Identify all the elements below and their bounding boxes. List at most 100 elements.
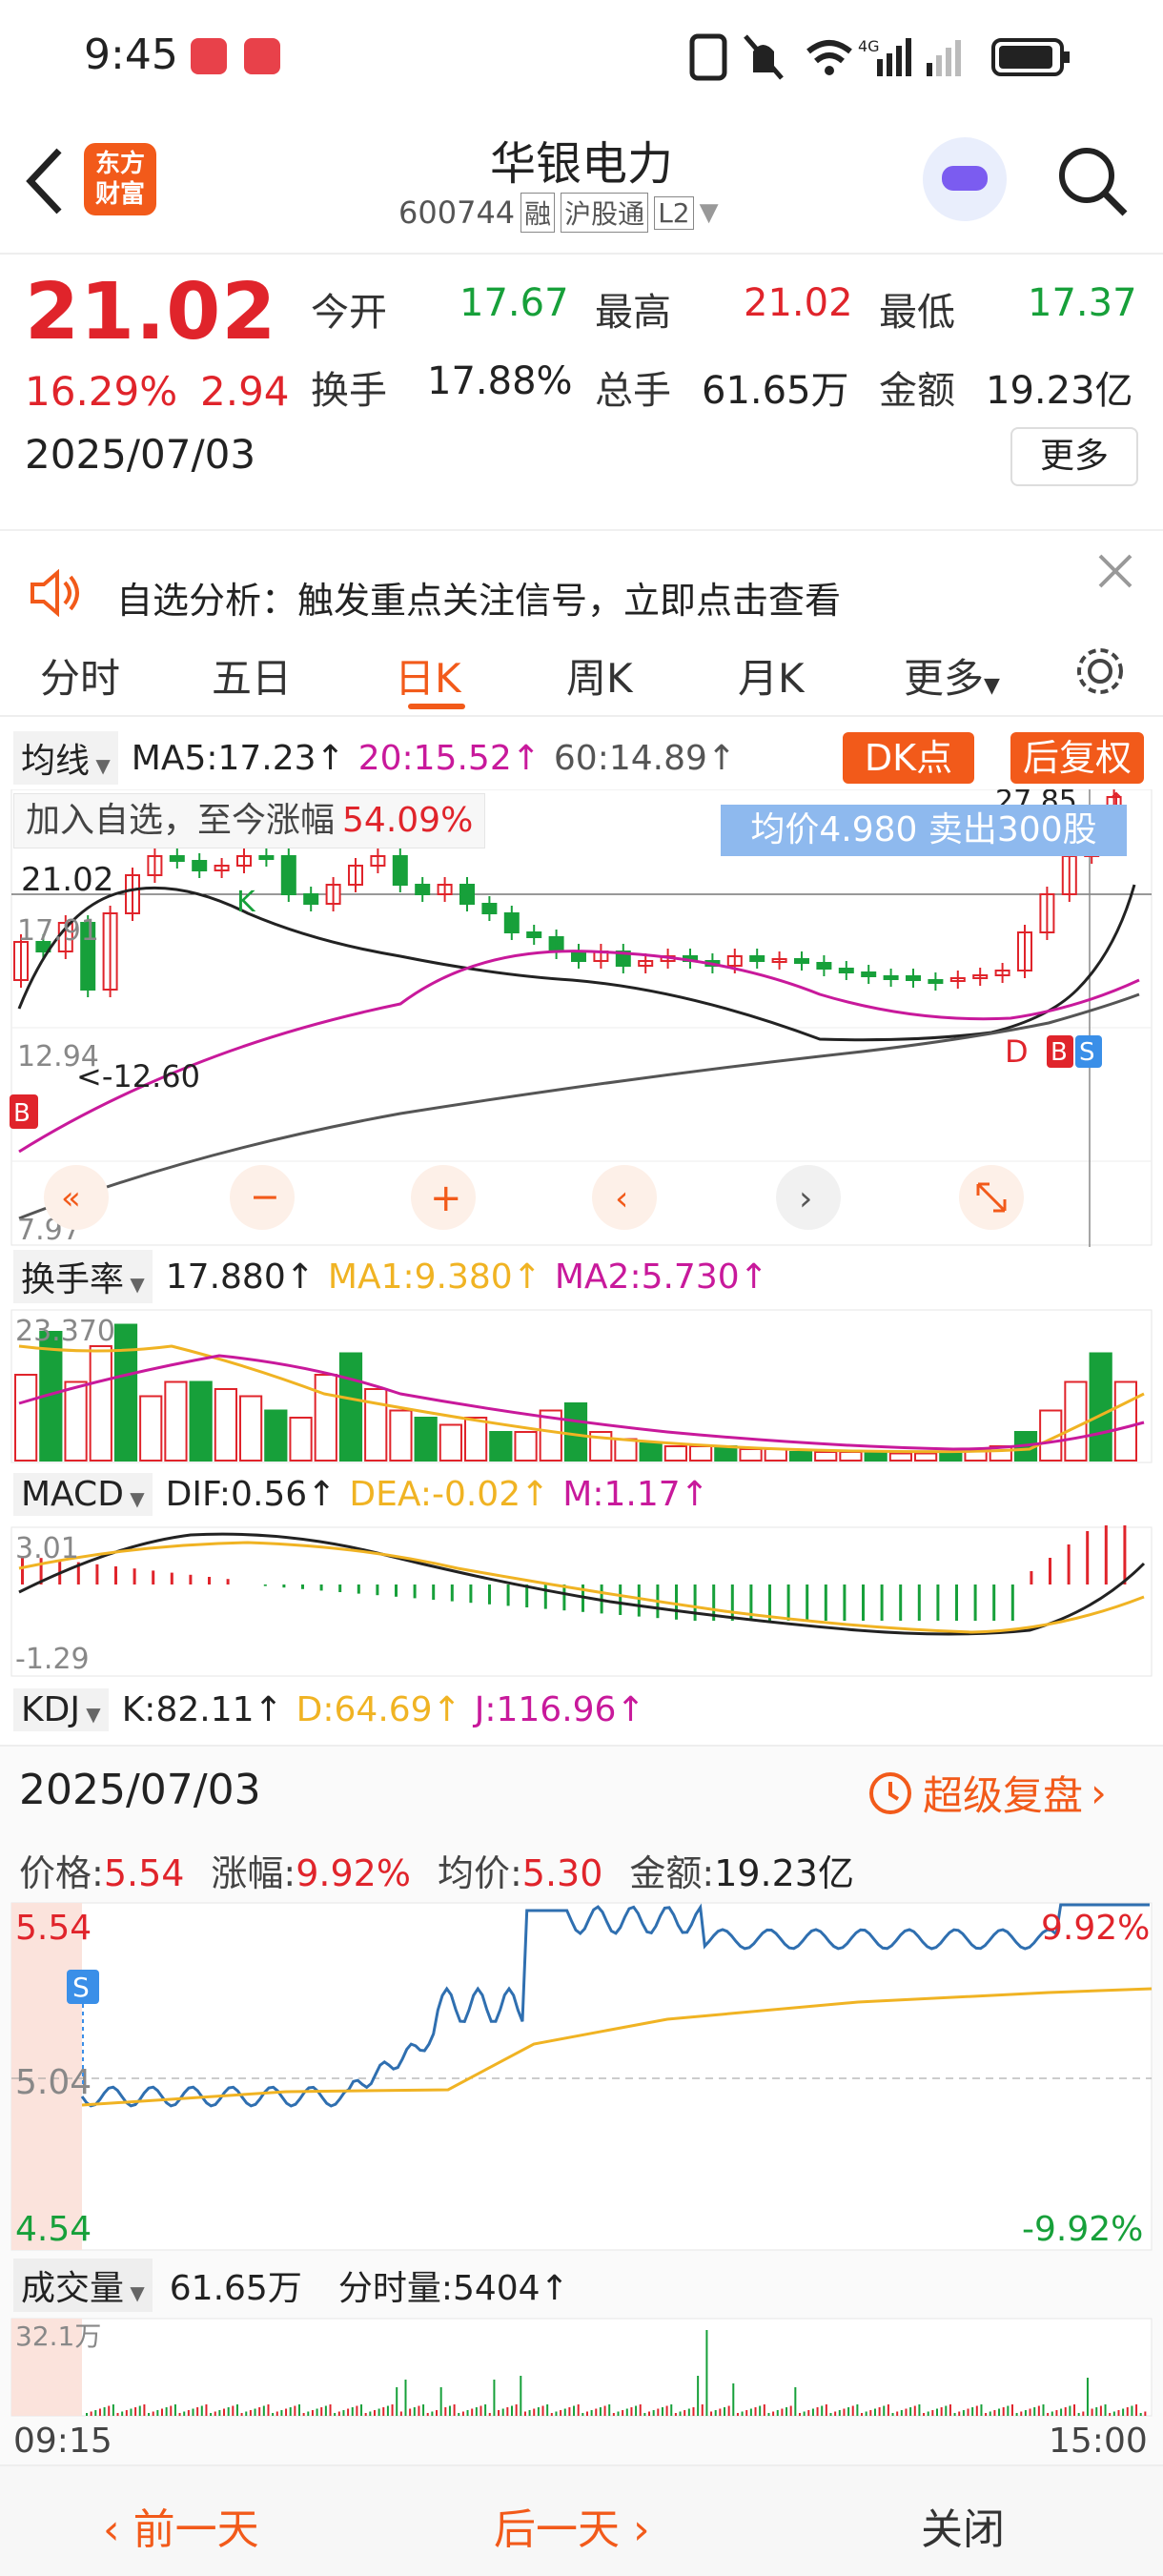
macd-bar [693,1584,697,1621]
dk-point-button[interactable]: DK点 [843,732,974,784]
volume-bar [235,2404,238,2416]
turnover-value: 17.88% [427,359,573,403]
y-mid-label: 5.04 [15,2063,92,2102]
change-amount: 2.94 [200,368,290,415]
macd-bar [301,1584,304,1589]
volume-bar [989,2411,991,2416]
title-bar: 东方 财富 华银电力 600744 融 沪股通 L2 ▼ [0,114,1163,255]
volume-bar [1073,2404,1076,2416]
volume-bar [391,2404,394,2416]
volume-bar [342,2410,345,2416]
volume-bar [896,2411,899,2416]
tab-monthly-k[interactable]: 月K [738,646,805,705]
volume-bar [719,2408,722,2416]
kdj-selector[interactable]: KDJ ▼ [13,1687,109,1731]
volume-label: 总手 [595,369,671,413]
bottom-bar: ‹ 前一天 后一天 › 关闭 [0,2464,1163,2576]
close-icon[interactable] [1094,550,1136,592]
super-replay-button[interactable]: 超级复盘 › [866,1764,1107,1822]
volume-bar [1037,2405,1040,2416]
add-watchlist-hint[interactable]: 加入自选，至今涨幅 54.09% [13,793,486,848]
turnover-selector[interactable]: 换手率 ▼ [13,1250,153,1303]
volume-bar [302,2413,305,2416]
kline-chart[interactable]: 27.85 ↑ 21.02 17.91 12.94 7.97 <-12.60 K… [0,789,1163,1247]
volume-bar [108,2405,111,2416]
ma-selector[interactable]: 均线 ▼ [13,731,118,785]
macd-dif-value: DIF:0.56↑ [165,1474,337,1514]
volume-bar [86,2413,88,2416]
high-label: 最高 [595,291,671,335]
assistant-avatar[interactable] [923,137,1007,221]
macd-bar [189,1574,193,1584]
macd-bar [1067,1544,1071,1584]
turnover-bar [139,1395,163,1462]
chevron-left-icon: ‹ [103,2505,133,2554]
buy-signal-label: B [13,1099,31,1128]
turnover-bar [389,1409,413,1462]
macd-bar [1123,1525,1127,1584]
turnover-bar [464,1417,488,1462]
chevron-down-icon[interactable]: ▼ [700,198,719,227]
next-day-button[interactable]: 后一天 › [494,2495,650,2556]
volume-bar [285,2408,288,2416]
volume-bar [520,2376,522,2416]
volume-bar [528,2410,531,2416]
turnover-chart: 23.370 [10,1309,1153,1463]
volume-bar [807,2410,810,2416]
battery-icon [991,38,1070,76]
search-icon[interactable] [1054,143,1131,219]
more-quote-button[interactable]: 更多 [1010,427,1138,486]
volume-bar [501,2408,504,2416]
macd-bar [1010,1584,1014,1621]
active-tab-indicator [408,704,465,709]
volume-bar [364,2413,367,2416]
volume-bar [537,2407,540,2416]
volume-bar [622,2410,624,2416]
volume-bar [351,2407,354,2416]
volume-bar [798,2413,801,2416]
volume-bar [940,2407,943,2416]
macd-bar [806,1584,809,1621]
volume-bar [337,2411,340,2416]
prev-day-button[interactable]: ‹ 前一天 [103,2495,259,2556]
chevron-right-icon: › [620,2505,650,2554]
volume-bar [262,2405,265,2416]
volume-selector[interactable]: 成交量 ▼ [13,2259,153,2312]
volume-bar [1099,2405,1102,2416]
chevron-left-icon: ‹ [615,1179,628,1218]
d-signal-label: D [1005,1033,1029,1070]
volume-minute: 分时量:5404↑ [337,2269,569,2308]
tab-weekly-k[interactable]: 周K [566,646,633,705]
volume-bar [112,2404,114,2416]
volume-bar [1033,2407,1036,2416]
intraday-chart[interactable]: 5.54 5.04 4.54 9.92% -9.92% S [0,1901,1163,2252]
volume-bar [1139,2413,1142,2416]
amount-label: 金额 [879,369,955,413]
close-button[interactable]: 关闭 [921,2495,1005,2556]
intraday-amount: 19.23亿 [714,1852,854,1894]
volume-bar [679,2411,682,2416]
restore-right-button[interactable]: 后复权 [1010,732,1144,784]
double-chevron-left-icon: « [61,1179,81,1217]
volume-selector-label: 成交量 [21,2269,125,2308]
tab-more[interactable]: 更多▼ [904,646,1000,705]
volume-bar [183,2411,186,2416]
macd-min-label: -1.29 [15,1643,90,1676]
tab-daily-k[interactable]: 日K [395,646,461,705]
volume-bar [453,2404,456,2416]
macd-selector[interactable]: MACD ▼ [13,1472,153,1516]
add-watchlist-gain: 54.09% [342,801,474,840]
settings-gear-icon[interactable] [1071,643,1129,700]
volume-bar [962,2410,965,2416]
time-end-label: 15:00 [1049,2422,1148,2461]
volume-bar [710,2411,713,2416]
tab-intraday[interactable]: 分时 [40,646,120,705]
turnover-ma2-value: MA2:5.730↑ [554,1257,768,1297]
signal-banner[interactable]: 自选分析：触发重点关注信号，立即点击查看 [0,529,1163,622]
volume-bar [949,2404,951,2416]
volume-bar [905,2408,908,2416]
volume-bar [90,2411,92,2416]
volume-bar [130,2408,133,2416]
tab-five-day[interactable]: 五日 [212,646,292,705]
volume-bar [603,2405,606,2416]
